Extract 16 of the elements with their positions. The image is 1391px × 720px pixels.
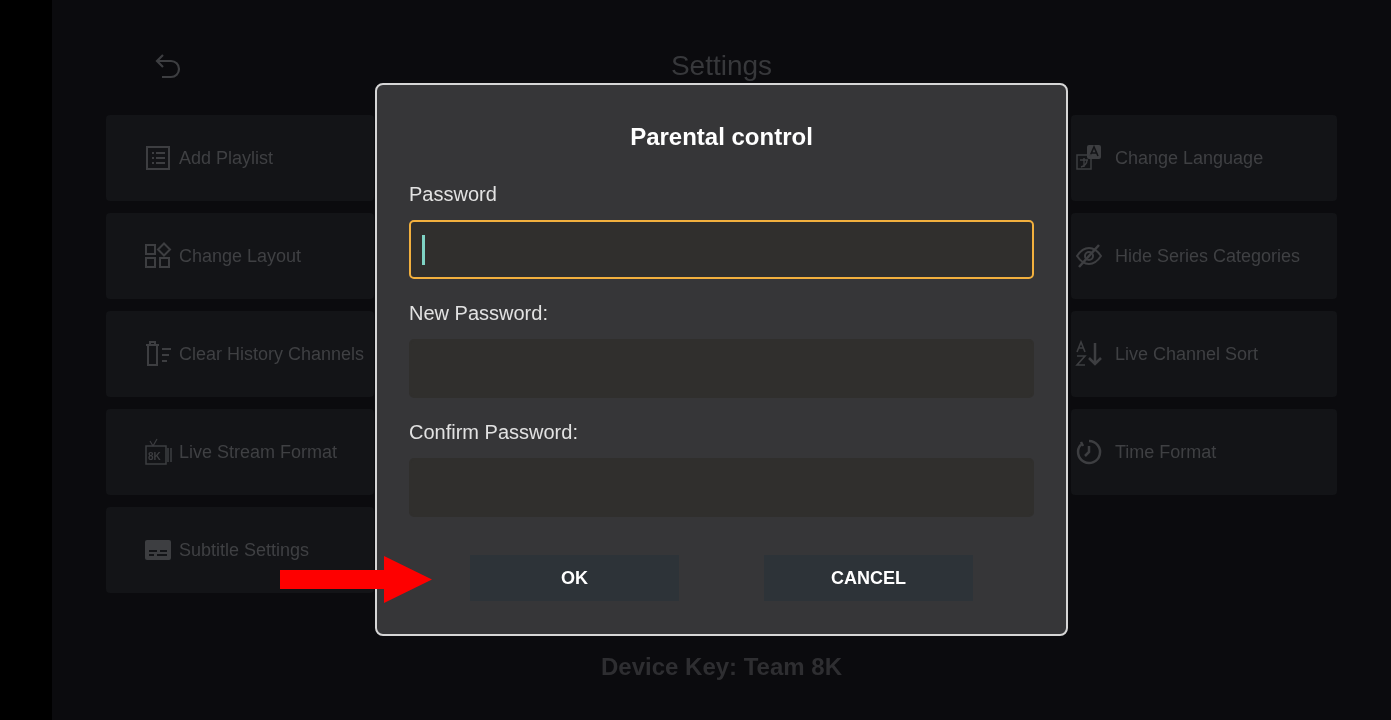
dialog-button[interactable]: OK [470,555,679,601]
translate-icon [1075,144,1103,172]
clock-icon [1075,438,1103,466]
text-caret [422,234,425,265]
sort-az-icon [1075,340,1103,368]
field-label: Password [409,182,497,206]
password-field[interactable] [409,220,1034,279]
field-label: Confirm Password: [409,420,578,444]
layout-icon [144,242,172,270]
trash-list-icon [144,340,172,368]
eye-off-icon [1075,242,1103,270]
field-label: New Password: [409,301,548,325]
list-icon [144,144,172,172]
back-icon[interactable] [154,53,182,79]
dialog-button[interactable]: CANCEL [764,555,973,601]
dialog-title: Parental control [630,122,813,152]
